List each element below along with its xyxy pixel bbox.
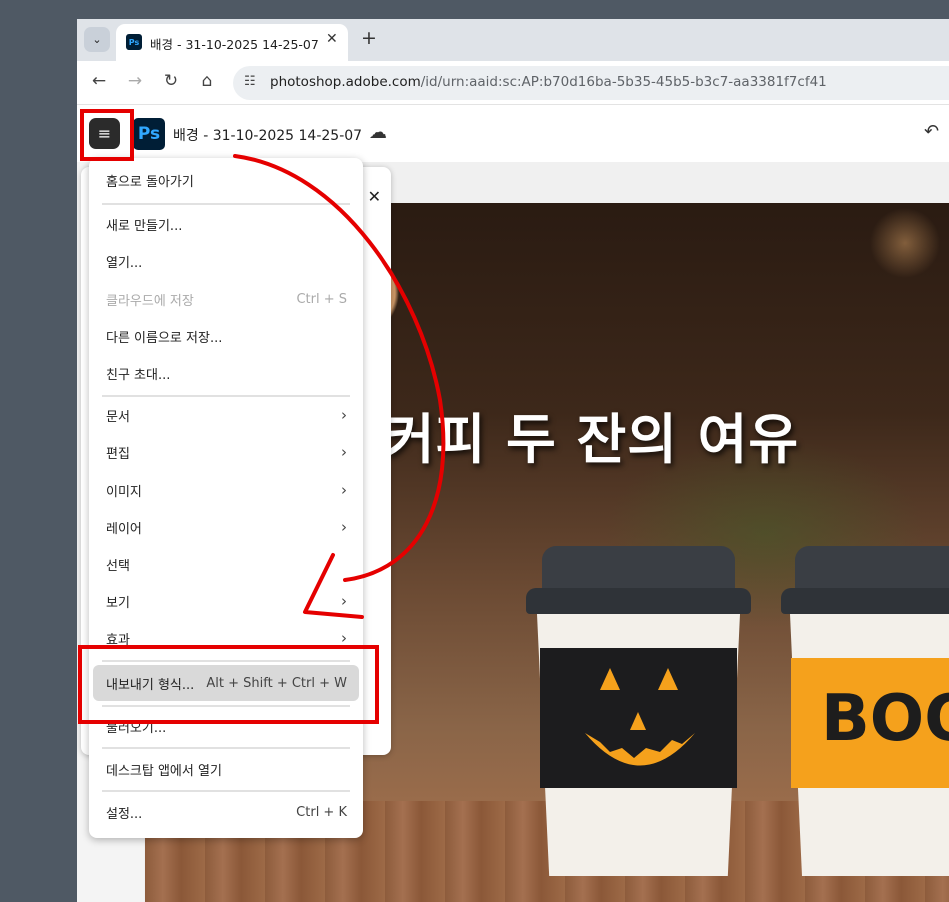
annotation-arrow-icon [233,154,446,619]
